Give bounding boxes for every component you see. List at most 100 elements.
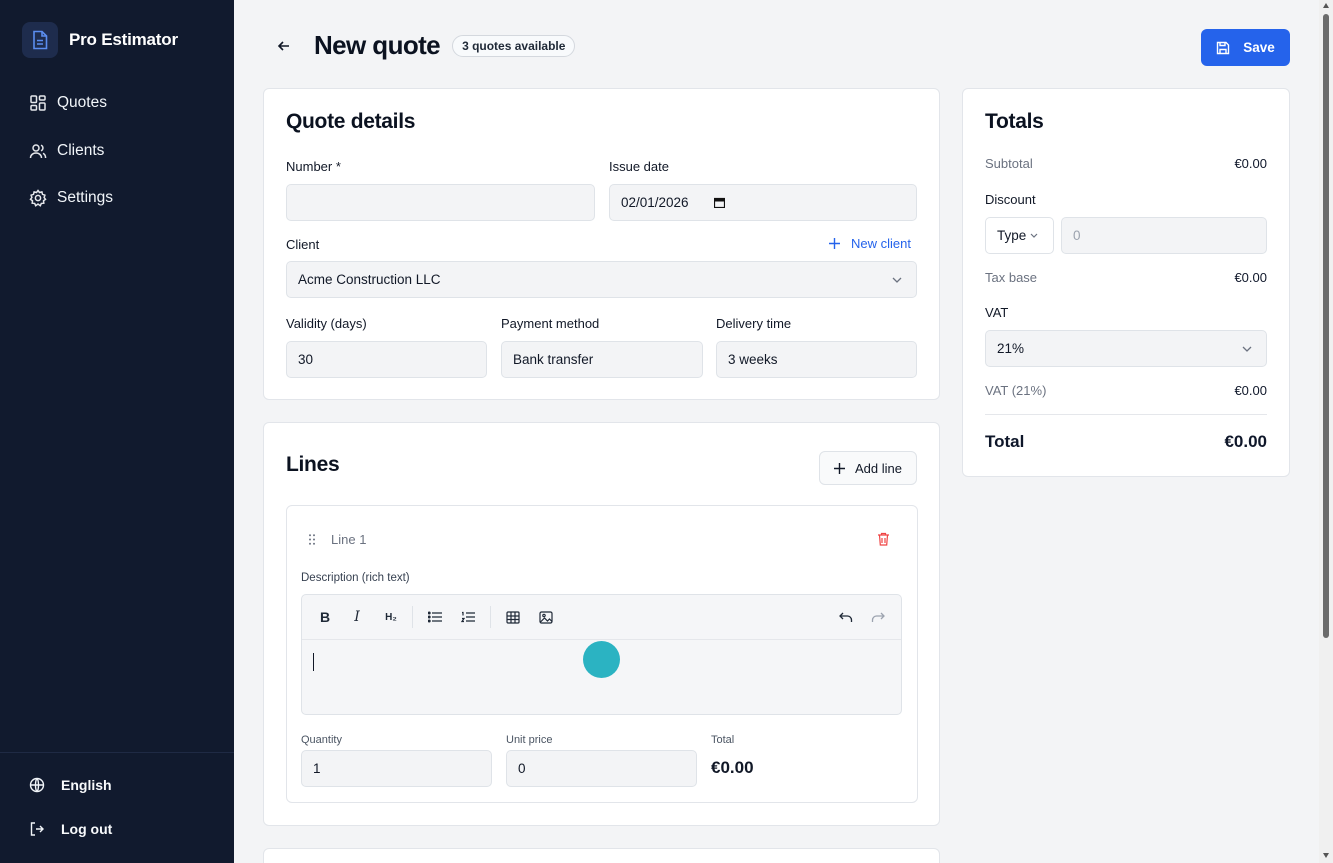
sidebar: Pro Estimator Quotes Clients Settings En… bbox=[0, 0, 234, 863]
globe-icon bbox=[29, 777, 45, 793]
line-total-label: Total bbox=[711, 734, 735, 746]
quote-details-card: Quote details Number * Issue date 02/01/… bbox=[263, 88, 940, 400]
italic-button[interactable]: I bbox=[348, 608, 366, 626]
page-scrollbar[interactable] bbox=[1319, 0, 1333, 863]
chevron-down-icon bbox=[892, 277, 902, 283]
page-header: New quote 3 quotes available bbox=[274, 30, 576, 61]
vat-select[interactable]: 21% bbox=[985, 330, 1267, 367]
discount-type-select[interactable]: Type bbox=[985, 217, 1054, 254]
add-line-label: Add line bbox=[855, 460, 902, 476]
number-input[interactable] bbox=[286, 184, 595, 221]
tax-base-value: €0.00 bbox=[1234, 270, 1267, 285]
sidebar-item-label: Settings bbox=[57, 189, 114, 206]
lines-card: Lines Add line Line 1 Description (rich … bbox=[263, 422, 940, 826]
undo-icon[interactable] bbox=[837, 608, 855, 626]
payment-method-label: Payment method bbox=[501, 316, 600, 331]
sidebar-item-label: Quotes bbox=[57, 94, 107, 111]
gear-icon bbox=[29, 189, 47, 207]
issue-date-label: Issue date bbox=[609, 159, 669, 174]
client-value: Acme Construction LLC bbox=[298, 272, 441, 287]
new-client-label: New client bbox=[851, 236, 911, 251]
bold-button[interactable]: B bbox=[316, 608, 334, 626]
totals-title: Totals bbox=[985, 110, 1044, 133]
calendar-icon[interactable] bbox=[713, 197, 725, 208]
delivery-time-label: Delivery time bbox=[716, 316, 792, 331]
sidebar-item-settings[interactable]: Settings bbox=[18, 181, 218, 215]
client-select[interactable]: Acme Construction LLC bbox=[286, 261, 917, 298]
chevron-down-icon bbox=[1242, 346, 1252, 352]
trash-icon[interactable] bbox=[877, 532, 890, 546]
language-label: English bbox=[61, 777, 112, 793]
plus-icon bbox=[829, 238, 840, 249]
payment-method-input[interactable]: Bank transfer bbox=[501, 341, 703, 378]
line-item: Line 1 Description (rich text) B I H₂ Qu… bbox=[286, 505, 918, 803]
table-icon[interactable] bbox=[504, 608, 522, 626]
brand[interactable]: Pro Estimator bbox=[22, 22, 178, 58]
heading-button[interactable]: H₂ bbox=[382, 608, 400, 626]
tax-base-label: Tax base bbox=[985, 270, 1038, 285]
page-title: New quote bbox=[314, 30, 441, 60]
save-button[interactable]: Save bbox=[1201, 29, 1290, 66]
totals-divider bbox=[985, 414, 1267, 415]
text-caret bbox=[313, 653, 314, 671]
quantity-input[interactable]: 1 bbox=[301, 750, 492, 787]
mouse-cursor-indicator bbox=[583, 641, 620, 678]
toolbar-divider bbox=[412, 606, 413, 628]
quantity-label: Quantity bbox=[301, 734, 342, 746]
total-row: Total €0.00 bbox=[985, 432, 1267, 452]
issue-date-value: 02/01/2026 bbox=[621, 195, 689, 210]
description-label: Description (rich text) bbox=[301, 572, 410, 584]
logout-button[interactable]: Log out bbox=[29, 821, 112, 837]
scroll-up-arrow-icon[interactable] bbox=[1323, 3, 1329, 8]
add-line-button[interactable]: Add line bbox=[819, 451, 917, 485]
validity-input[interactable]: 30 bbox=[286, 341, 487, 378]
unit-price-label: Unit price bbox=[506, 734, 553, 746]
line-name: Line 1 bbox=[331, 532, 367, 547]
scroll-down-arrow-icon[interactable] bbox=[1323, 853, 1329, 858]
new-client-link[interactable]: New client bbox=[829, 236, 911, 251]
unit-price-input[interactable]: 0 bbox=[506, 750, 697, 787]
next-card bbox=[263, 848, 940, 863]
drag-handle-icon[interactable] bbox=[309, 534, 315, 545]
issue-date-input[interactable]: 02/01/2026 bbox=[609, 184, 917, 221]
ordered-list-icon[interactable] bbox=[459, 608, 477, 626]
language-switcher[interactable]: English bbox=[29, 777, 112, 793]
chevron-down-icon bbox=[1030, 233, 1038, 238]
vat-label: VAT bbox=[985, 305, 1009, 320]
back-arrow-icon[interactable] bbox=[274, 36, 294, 56]
main-content: New quote 3 quotes available Save Quote … bbox=[234, 0, 1319, 863]
editor-toolbar: B I H₂ bbox=[302, 595, 901, 640]
vat-amount-value: €0.00 bbox=[1234, 383, 1267, 398]
vat-value: 21% bbox=[997, 341, 1025, 356]
bullet-list-icon[interactable] bbox=[426, 608, 444, 626]
delivery-time-input[interactable]: 3 weeks bbox=[716, 341, 917, 378]
quotes-available-badge: 3 quotes available bbox=[452, 34, 576, 57]
discount-type-value: Type bbox=[997, 228, 1027, 243]
image-icon[interactable] bbox=[537, 608, 555, 626]
sidebar-divider bbox=[0, 752, 234, 753]
sidebar-item-clients[interactable]: Clients bbox=[18, 134, 218, 168]
sidebar-nav: Quotes Clients Settings bbox=[18, 86, 218, 229]
vat-amount-row: VAT (21%) €0.00 bbox=[985, 383, 1267, 398]
plus-icon bbox=[834, 462, 845, 474]
lines-title: Lines bbox=[286, 453, 340, 476]
scrollbar-thumb[interactable] bbox=[1323, 14, 1329, 638]
grid-icon bbox=[30, 95, 46, 111]
validity-label: Validity (days) bbox=[286, 316, 367, 331]
sidebar-item-quotes[interactable]: Quotes bbox=[18, 86, 218, 120]
rich-text-editor[interactable]: B I H₂ bbox=[301, 594, 902, 715]
client-label: Client bbox=[286, 237, 320, 252]
document-icon bbox=[22, 22, 58, 58]
redo-icon[interactable] bbox=[869, 608, 887, 626]
discount-value-input[interactable]: 0 bbox=[1061, 217, 1267, 254]
sidebar-item-label: Clients bbox=[57, 141, 105, 159]
quote-details-title: Quote details bbox=[286, 110, 416, 133]
number-label: Number * bbox=[286, 159, 341, 174]
subtotal-value: €0.00 bbox=[1234, 156, 1267, 171]
subtotal-label: Subtotal bbox=[985, 156, 1033, 171]
subtotal-row: Subtotal €0.00 bbox=[985, 156, 1267, 171]
total-label: Total bbox=[985, 432, 1025, 451]
save-icon bbox=[1217, 41, 1230, 54]
tax-base-row: Tax base €0.00 bbox=[985, 270, 1267, 285]
save-label: Save bbox=[1243, 40, 1275, 55]
